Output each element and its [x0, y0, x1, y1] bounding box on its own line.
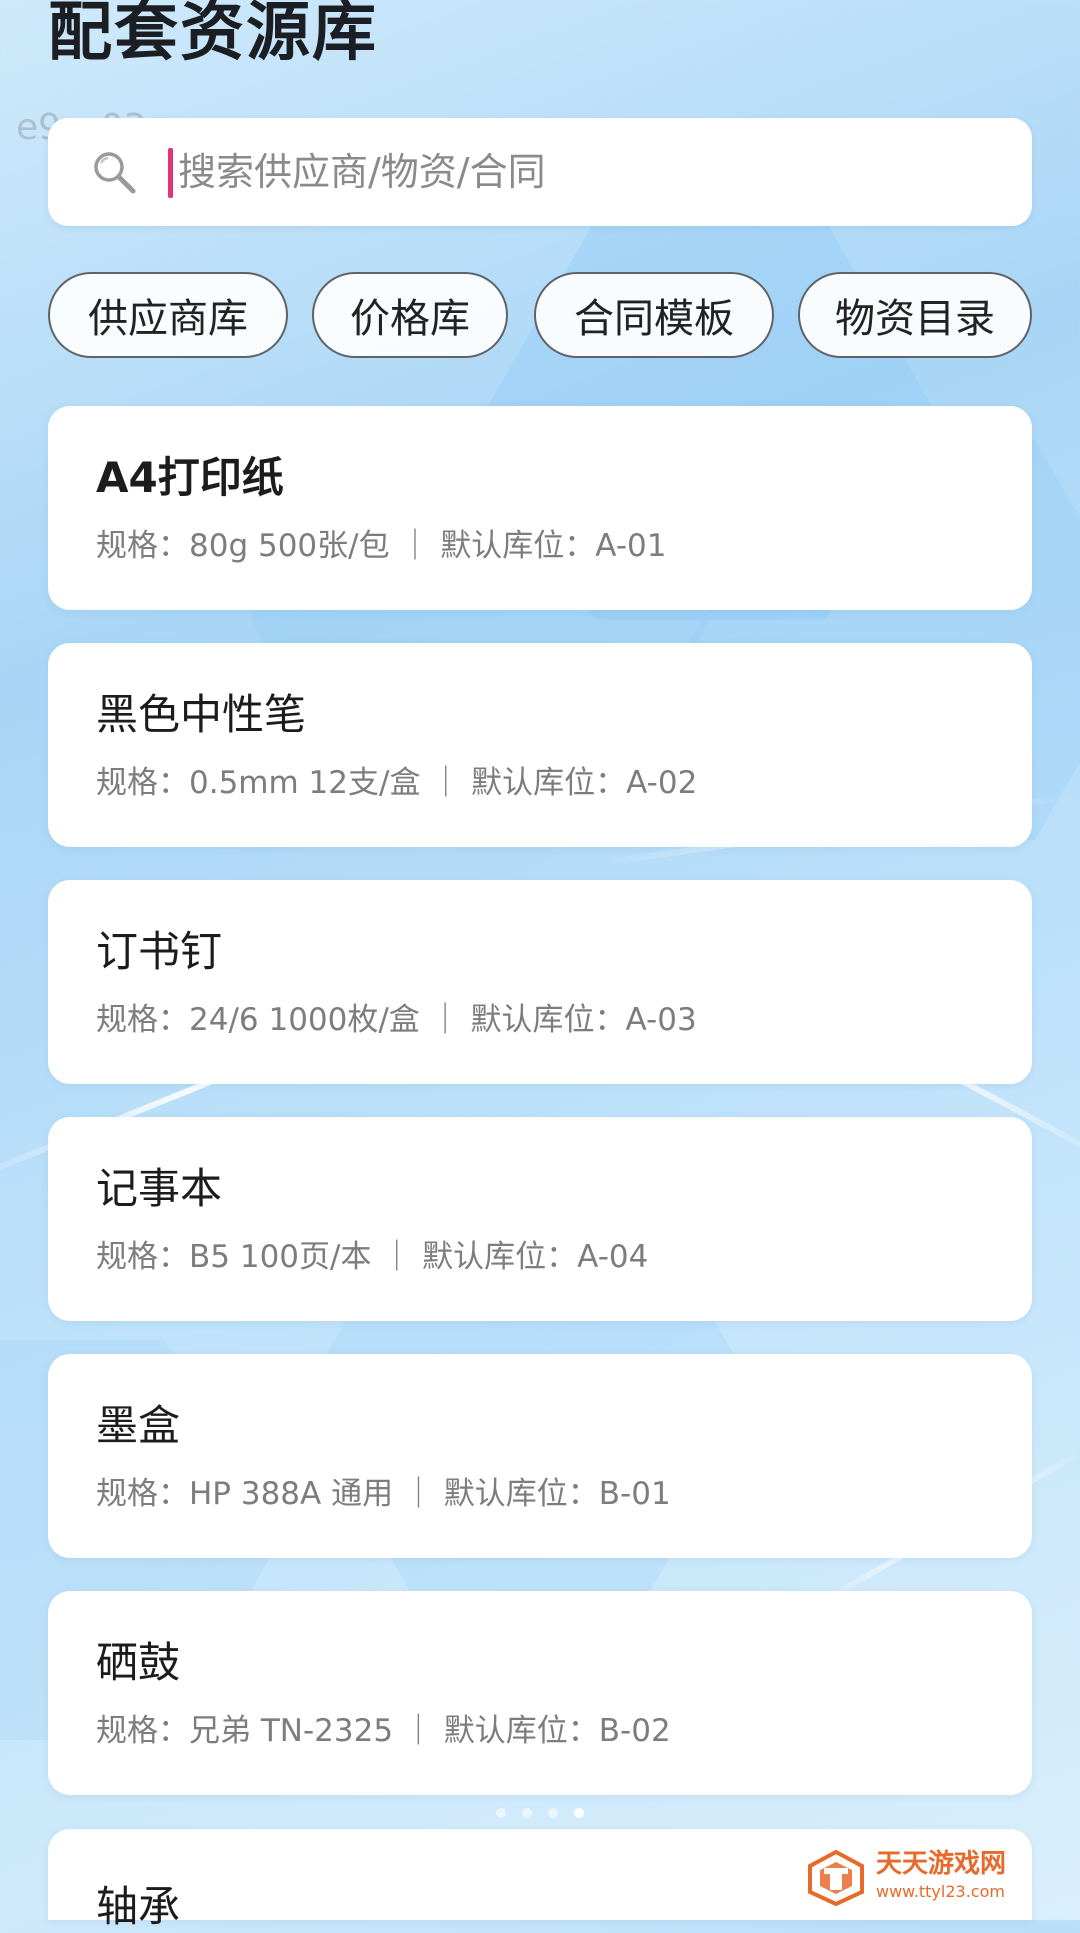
site-watermark: 天天游戏网 www.ttyl23.com	[806, 1848, 1056, 1908]
search-input[interactable]	[168, 140, 998, 204]
page-dot-active	[574, 1808, 584, 1818]
item-name: 轴承	[96, 1882, 181, 1931]
list-item[interactable]: 硒鼓 规格：兄弟 TN-2325 ｜ 默认库位：B-02	[48, 1591, 1032, 1795]
category-chips: 供应商库 价格库 合同模板 物资目录	[48, 272, 1032, 362]
list-item[interactable]: 黑色中性笔 规格：0.5mm 12支/盒 ｜ 默认库位：A-02	[48, 643, 1032, 847]
item-meta: 规格：HP 388A 通用 ｜ 默认库位：B-01	[96, 1476, 671, 1512]
site-url: www.ttyl23.com	[876, 1882, 1005, 1901]
chip-supplier-library[interactable]: 供应商库	[48, 272, 288, 358]
item-meta: 规格：80g 500张/包 ｜ 默认库位：A-01	[96, 528, 667, 564]
search-bar[interactable]	[48, 118, 1032, 226]
chip-price-library[interactable]: 价格库	[312, 272, 508, 358]
item-meta: 规格：24/6 1000枚/盒 ｜ 默认库位：A-03	[96, 1002, 697, 1038]
item-name: 订书钉	[96, 927, 223, 976]
list-item[interactable]: 订书钉 规格：24/6 1000枚/盒 ｜ 默认库位：A-03	[48, 880, 1032, 1084]
item-name: 墨盒	[96, 1401, 181, 1450]
item-meta: 规格：兄弟 TN-2325 ｜ 默认库位：B-02	[96, 1713, 671, 1749]
page-dot	[548, 1808, 558, 1818]
list-item[interactable]: 记事本 规格：B5 100页/本 ｜ 默认库位：A-04	[48, 1117, 1032, 1321]
list-item[interactable]: 墨盒 规格：HP 388A 通用 ｜ 默认库位：B-01	[48, 1354, 1032, 1558]
item-meta: 规格：B5 100页/本 ｜ 默认库位：A-04	[96, 1239, 649, 1275]
item-name: A4打印纸	[96, 453, 284, 502]
search-icon	[90, 148, 138, 196]
item-meta: 规格：0.5mm 12支/盒 ｜ 默认库位：A-02	[96, 765, 698, 801]
item-name: 记事本	[96, 1164, 223, 1213]
site-name: 天天游戏网	[876, 1849, 1007, 1879]
page-title: 配套资源库	[48, 0, 378, 70]
page-dot	[496, 1808, 506, 1818]
site-logo-icon	[806, 1849, 866, 1907]
page-dot	[522, 1808, 532, 1818]
chip-contract-templates[interactable]: 合同模板	[534, 272, 774, 358]
page-indicator	[496, 1804, 586, 1824]
item-name: 硒鼓	[96, 1638, 181, 1687]
list-item[interactable]: A4打印纸 规格：80g 500张/包 ｜ 默认库位：A-01	[48, 406, 1032, 610]
chip-material-catalog[interactable]: 物资目录	[798, 272, 1032, 358]
item-name: 黑色中性笔	[96, 690, 307, 739]
